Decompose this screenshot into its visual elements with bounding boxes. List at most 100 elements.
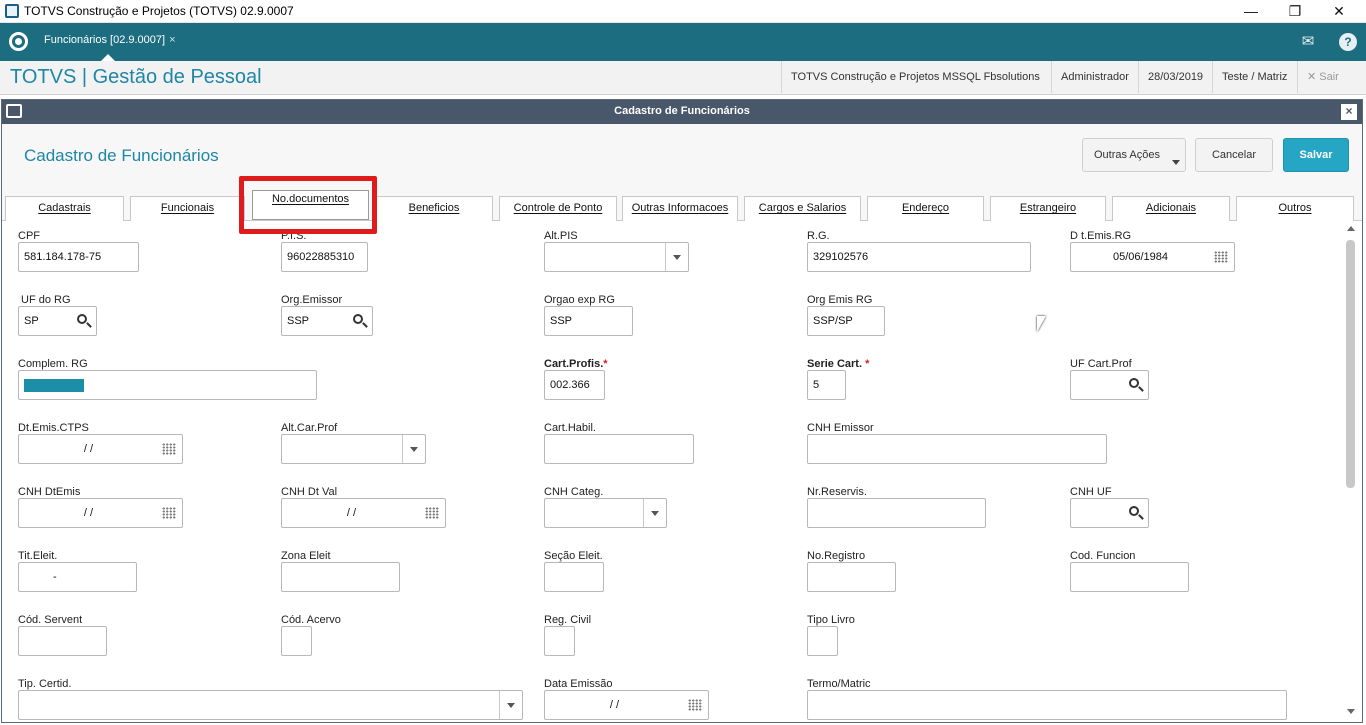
chevron-down-icon[interactable] (643, 499, 666, 527)
tab-funcionais[interactable]: Funcionais (130, 196, 245, 221)
org-emis-rg-field[interactable]: SSP/SP (807, 306, 885, 336)
cnh-dt-val-field[interactable]: / / (281, 498, 446, 528)
cod-acervo-label: Cód. Acervo (281, 614, 341, 626)
cpf-label: CPF (18, 230, 40, 242)
cancel-button[interactable]: Cancelar (1195, 138, 1273, 172)
dialog-header: Cadastro de Funcionários Outras Ações Ca… (2, 124, 1362, 190)
calendar-icon[interactable] (425, 507, 439, 519)
calendar-icon[interactable] (1214, 251, 1228, 263)
tab-bar: Cadastrais Funcionais No.documentos Bene… (2, 190, 1362, 221)
data-emissao-field[interactable]: / / (544, 690, 709, 720)
chevron-down-icon[interactable] (665, 243, 688, 271)
cod-acervo-field[interactable] (281, 626, 312, 656)
dt-emis-rg-field[interactable]: 05/06/1984 (1070, 242, 1235, 272)
more-actions-button[interactable]: Outras Ações (1082, 138, 1186, 172)
branch-info[interactable]: Teste / Matriz (1212, 61, 1296, 93)
dt-emis-ctps-field[interactable]: / / (18, 434, 183, 464)
vertical-scrollbar[interactable] (1344, 222, 1358, 718)
org-emissor-field[interactable]: SSP (281, 306, 373, 336)
pis-field[interactable]: 96022885310 (281, 242, 368, 272)
complem-rg-field[interactable] (18, 370, 317, 400)
tip-certid-select[interactable] (18, 690, 523, 720)
calendar-icon[interactable] (162, 443, 176, 455)
totvs-logo-icon[interactable] (9, 32, 28, 51)
calendar-icon[interactable] (688, 699, 702, 711)
dialog-close-icon[interactable]: × (1341, 104, 1357, 120)
search-icon[interactable] (1129, 378, 1139, 388)
serie-cart-label: Serie Cart. * (807, 358, 869, 370)
uf-rg-field[interactable]: SP (18, 306, 97, 336)
tab-outros[interactable]: Outros (1236, 196, 1354, 221)
search-icon[interactable] (353, 314, 363, 324)
alt-pis-select[interactable] (544, 242, 689, 272)
restore-button[interactable]: ❐ (1272, 0, 1318, 23)
cnh-emissor-field[interactable] (807, 434, 1107, 464)
orgao-exp-rg-field[interactable]: SSP (544, 306, 633, 336)
secao-eleit-label: Seção Eleit. (544, 550, 603, 562)
no-registro-label: No.Registro (807, 550, 866, 562)
documents-form: CPF 581.184.178-75 P.I.S. 96022885310 Al… (2, 222, 1362, 722)
cnh-dt-val-label: CNH Dt Val (281, 486, 338, 498)
tab-adicionais[interactable]: Adicionais (1112, 196, 1230, 221)
module-title: TOTVS | Gestão de Pessoal (10, 66, 262, 88)
search-icon[interactable] (1129, 506, 1139, 516)
tab-controle-de-ponto[interactable]: Controle de Ponto (499, 196, 617, 221)
chevron-down-icon[interactable] (402, 435, 425, 463)
serie-cart-field[interactable]: 5 (807, 370, 846, 400)
mouse-cursor-icon (1037, 316, 1046, 332)
calendar-icon[interactable] (162, 507, 176, 519)
tipo-livro-field[interactable] (807, 626, 838, 656)
scroll-thumb[interactable] (1346, 240, 1355, 488)
company-info[interactable]: TOTVS Construção e Projetos MSSQL Fbsolu… (781, 61, 1049, 93)
cod-funcion-field[interactable] (1070, 562, 1189, 592)
reg-civil-label: Reg. Civil (544, 614, 592, 626)
termo-matric-field[interactable] (807, 690, 1287, 720)
cart-habil-field[interactable] (544, 434, 694, 464)
scroll-down-icon[interactable] (1347, 709, 1355, 714)
cod-servent-field[interactable] (18, 626, 107, 656)
org-emissor-value: SSP (287, 315, 310, 327)
minimize-button[interactable]: — (1228, 0, 1274, 23)
reg-civil-field[interactable] (544, 626, 575, 656)
cpf-field[interactable]: 581.184.178-75 (18, 242, 139, 272)
scroll-up-icon[interactable] (1347, 226, 1355, 231)
required-marker: * (603, 358, 608, 370)
uf-cart-prof-field[interactable] (1070, 370, 1149, 400)
no-registro-field[interactable] (807, 562, 896, 592)
tab-outras-informacoes[interactable]: Outras Informacoes (622, 196, 738, 221)
zona-eleit-field[interactable] (281, 562, 400, 592)
data-emissao-label: Data Emissão (544, 678, 613, 690)
rg-field[interactable]: 329102576 (807, 242, 1031, 272)
cart-profis-field[interactable]: 002.366 (544, 370, 605, 400)
org-emis-rg-label: Org Emis RG (807, 294, 873, 306)
tit-eleit-field[interactable]: - (18, 562, 137, 592)
cnh-dtemis-field[interactable]: / / (18, 498, 183, 528)
date-info[interactable]: 28/03/2019 (1138, 61, 1212, 93)
help-icon[interactable]: ? (1339, 33, 1357, 51)
termo-matric-label: Termo/Matric (807, 678, 871, 690)
alt-car-prof-label: Alt.Car.Prof (281, 422, 338, 434)
tab-beneficios[interactable]: Beneficios (375, 196, 493, 221)
nr-reservis-field[interactable] (807, 498, 986, 528)
cnh-uf-field[interactable] (1070, 498, 1149, 528)
complem-rg-label: Complem. RG (18, 358, 88, 370)
tab-estrangeiro[interactable]: Estrangeiro (990, 196, 1106, 221)
more-actions-label: Outras Ações (1093, 149, 1161, 161)
tab-cargos-e-salarios[interactable]: Cargos e Salarios (744, 196, 861, 221)
mail-icon[interactable]: ✉ (1297, 31, 1319, 53)
tab-endereco[interactable]: Endereço (867, 196, 984, 221)
cnh-uf-label: CNH UF (1070, 486, 1112, 498)
chevron-down-icon[interactable] (499, 691, 522, 719)
tab-cadastrais[interactable]: Cadastrais (5, 196, 124, 221)
secao-eleit-field[interactable] (544, 562, 604, 592)
dialog-title-bar: Cadastro de Funcionários × (2, 100, 1362, 124)
close-window-button[interactable]: ✕ (1316, 0, 1362, 23)
tab-close-icon[interactable]: × (169, 34, 175, 46)
exit-button[interactable]: ✕ Sair (1297, 61, 1348, 93)
cnh-categ-select[interactable] (544, 498, 667, 528)
search-icon[interactable] (77, 314, 87, 324)
user-info[interactable]: Administrador (1051, 61, 1138, 93)
save-button[interactable]: Salvar (1283, 138, 1349, 172)
serie-cart-label-text: Serie Cart. (807, 358, 863, 370)
alt-car-prof-select[interactable] (281, 434, 426, 464)
